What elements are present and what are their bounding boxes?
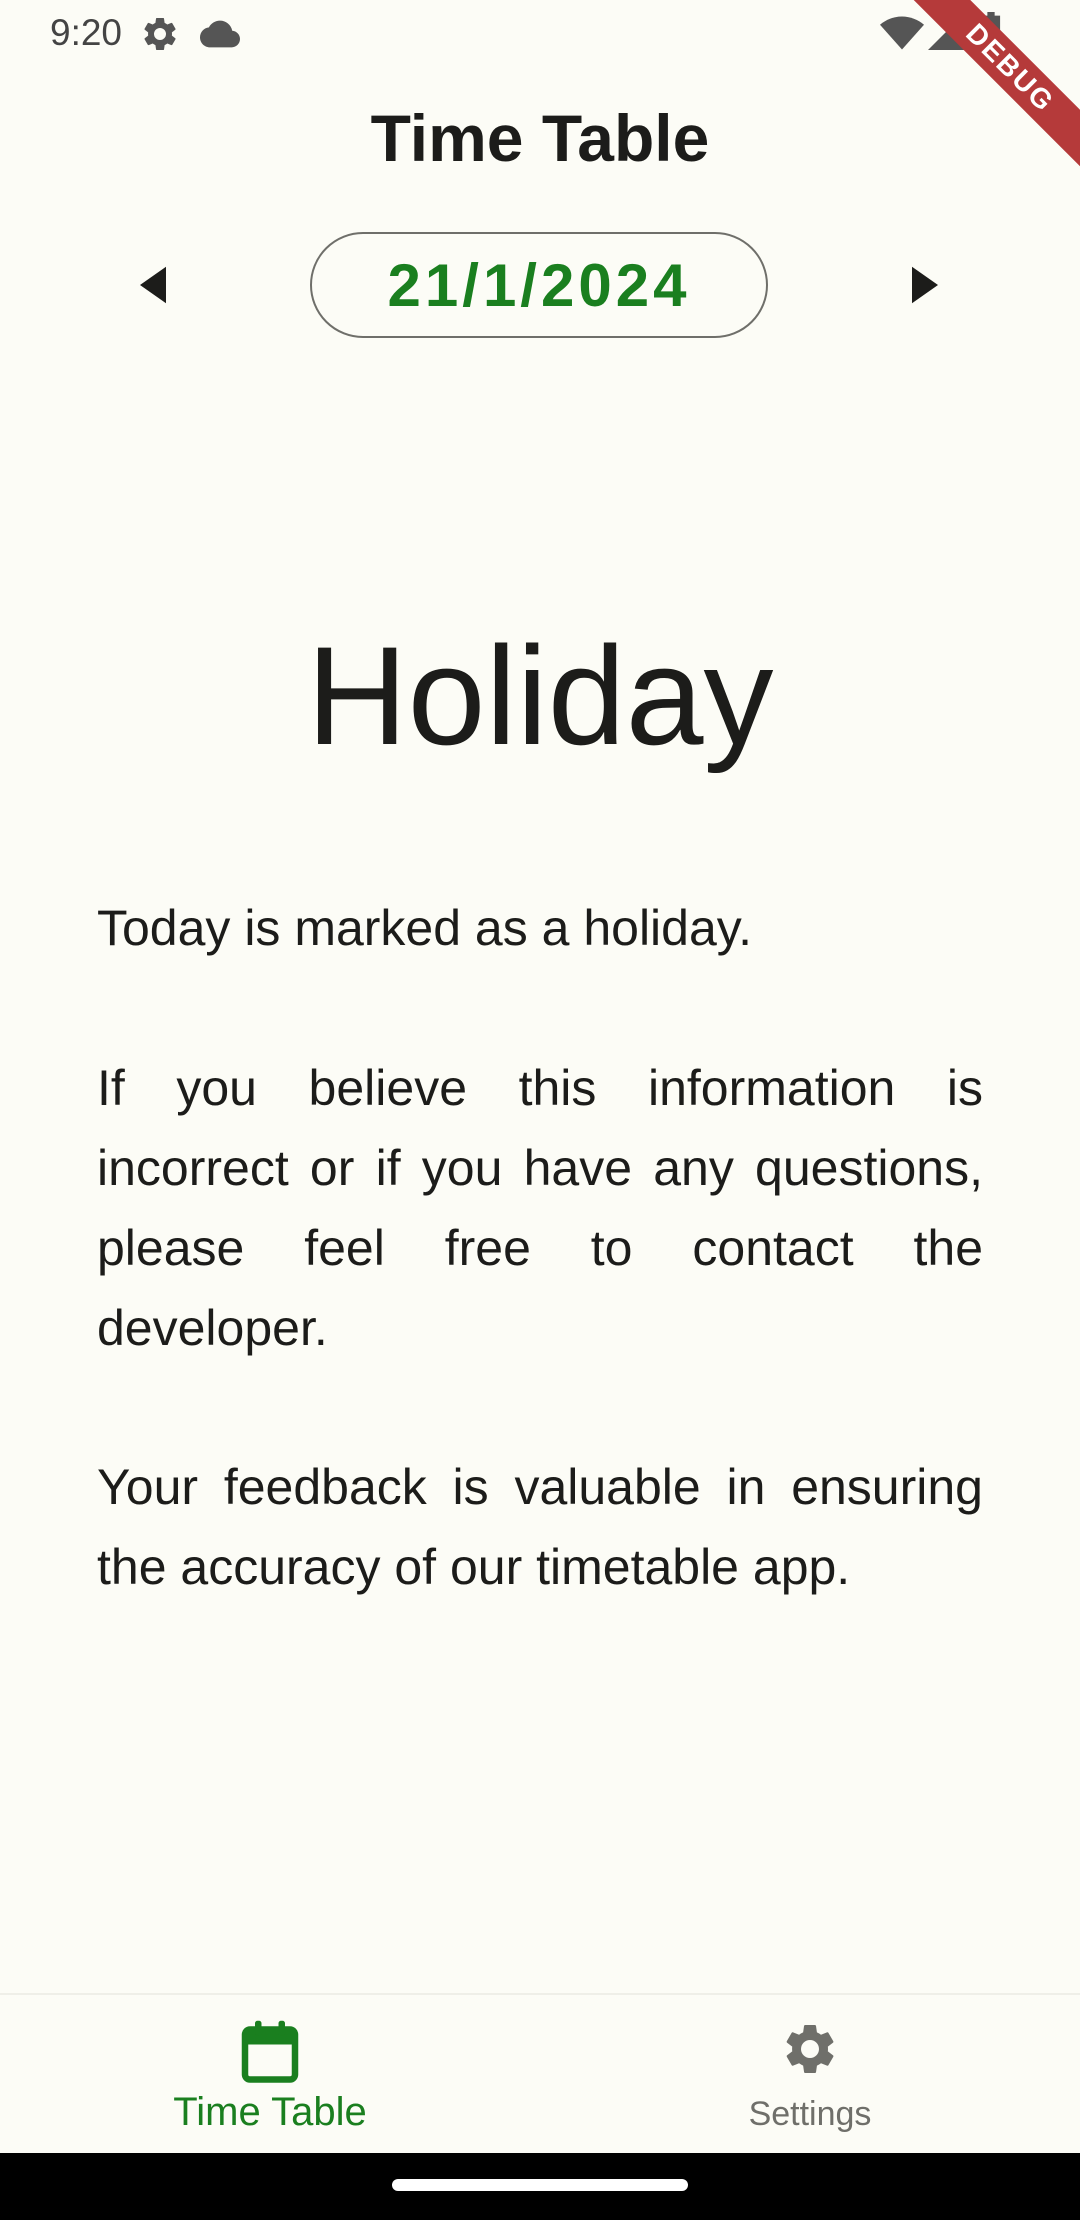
status-time: 9:20 xyxy=(50,12,123,53)
holiday-message: Today is marked as a holiday. xyxy=(97,900,752,956)
calendar-icon xyxy=(240,2019,300,2090)
signal-icon xyxy=(928,14,964,55)
gear-icon xyxy=(780,2019,840,2084)
system-navigation-bar xyxy=(0,2153,1080,2220)
page-title: Time Table xyxy=(370,101,710,175)
arrow-right-icon xyxy=(912,266,938,304)
status-bar: 9:20 DEBUG xyxy=(0,0,1080,175)
tab-time-table[interactable]: Time Table xyxy=(0,1995,540,2155)
app-screen: 9:20 DEBUG Time Table 21/1/2024 Holiday … xyxy=(0,0,1080,2220)
feedback-message: Your feedback is valuable in ensuring th… xyxy=(97,1459,983,1595)
date-selector[interactable]: 21/1/2024 xyxy=(310,232,768,338)
tab-settings[interactable]: Settings xyxy=(540,1995,1080,2155)
settings-icon xyxy=(140,14,180,59)
tab-time-table-label: Time Table xyxy=(173,2090,367,2134)
next-day-button[interactable] xyxy=(890,250,960,320)
bottom-navigation: Time Table Settings xyxy=(0,1993,1080,2155)
home-indicator[interactable] xyxy=(392,2179,688,2191)
cloud-icon xyxy=(200,18,240,55)
holiday-heading: Holiday xyxy=(306,617,774,774)
previous-day-button[interactable] xyxy=(118,250,188,320)
tab-settings-label: Settings xyxy=(748,2095,872,2133)
wifi-icon xyxy=(880,16,924,55)
arrow-left-icon xyxy=(140,266,166,304)
contact-developer-message: If you believe this information is incor… xyxy=(97,1060,983,1356)
battery-icon xyxy=(980,12,1002,57)
